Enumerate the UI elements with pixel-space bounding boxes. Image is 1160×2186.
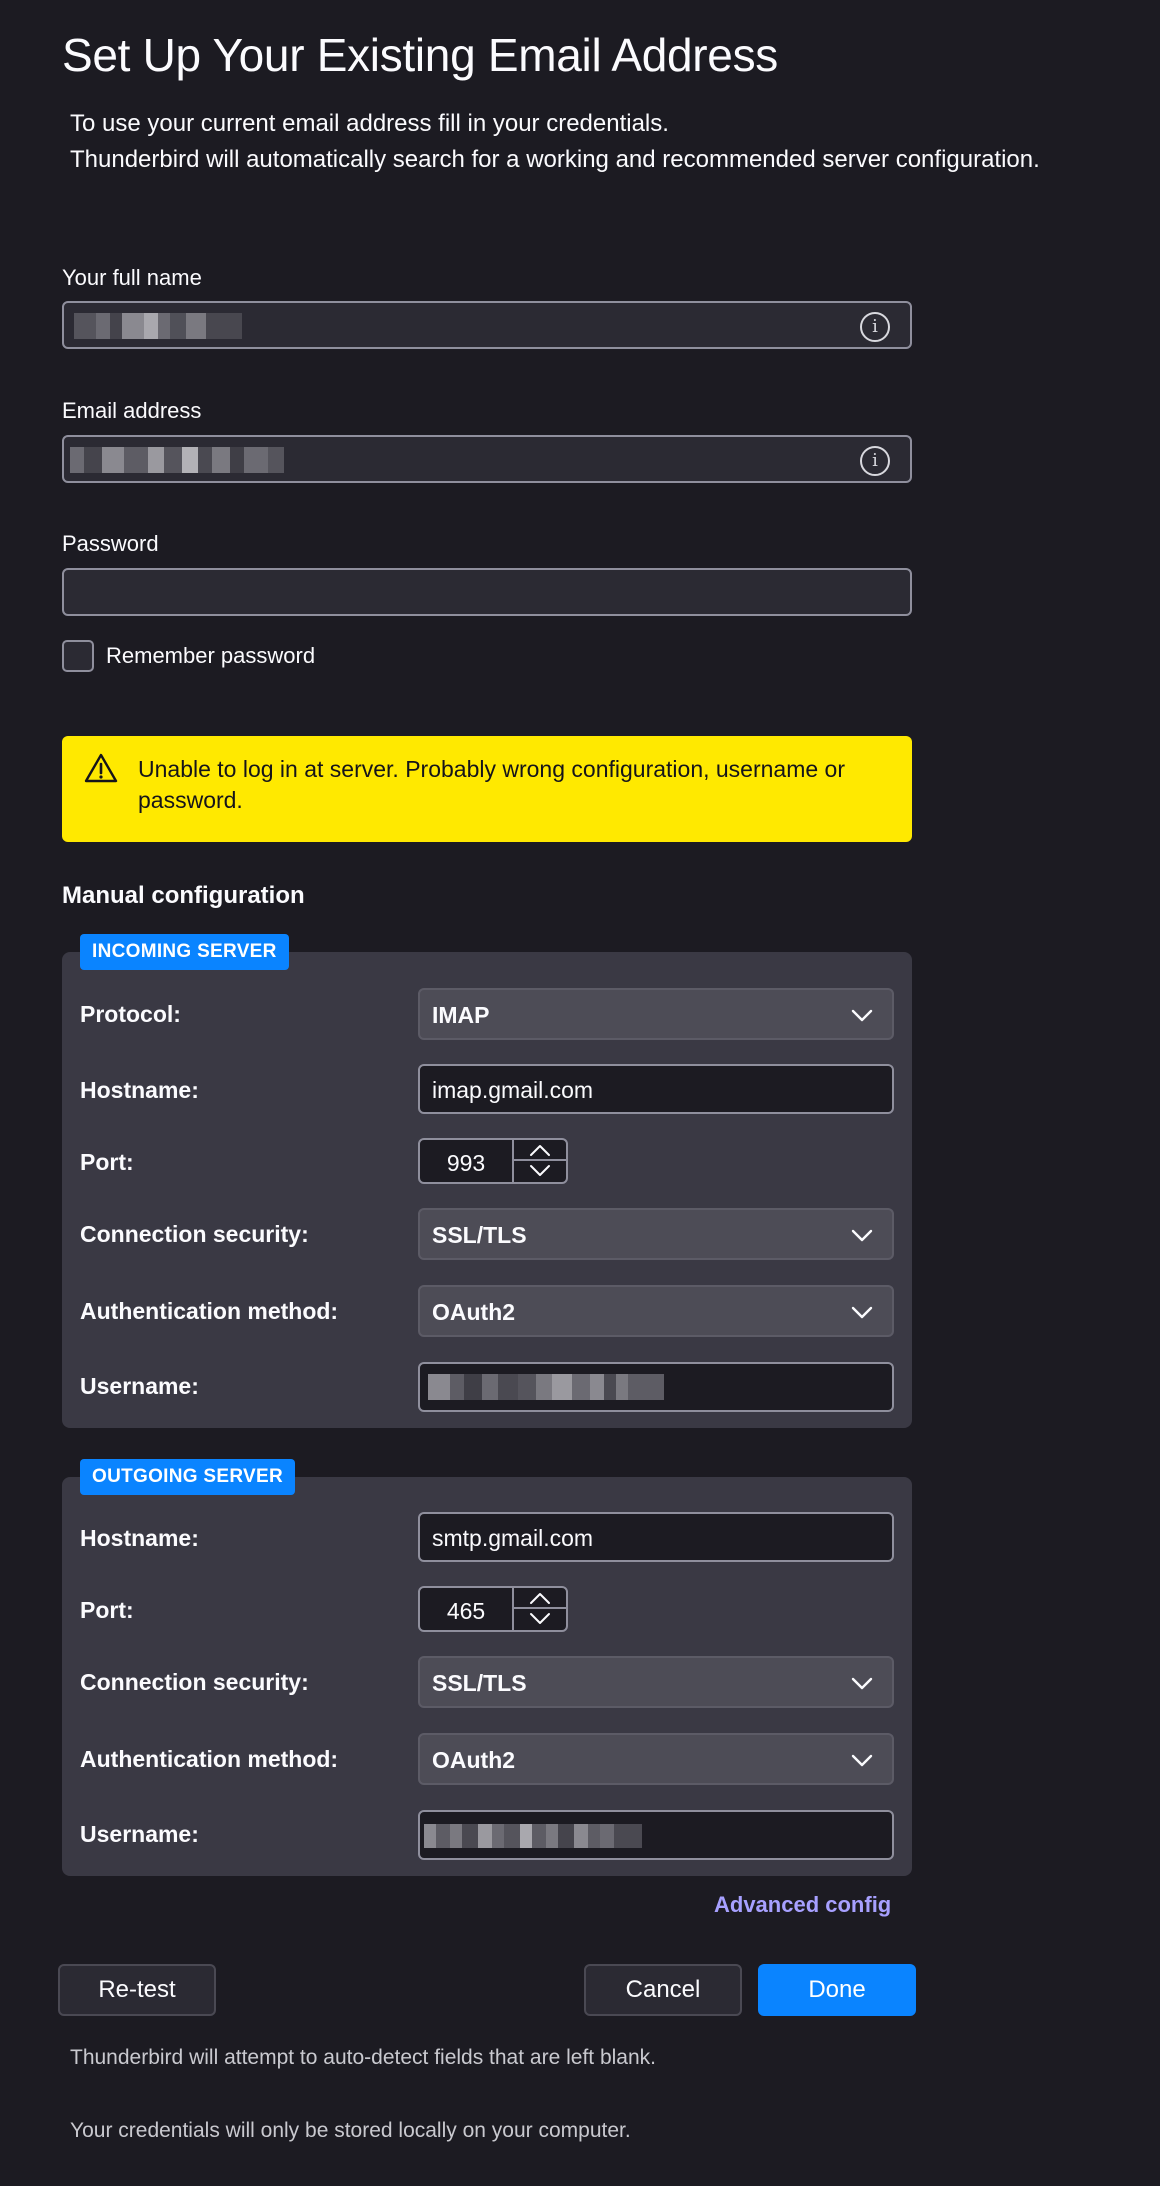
full-name-label: Your full name (62, 265, 202, 290)
incoming-hostname-value: imap.gmail.com (432, 1077, 594, 1103)
outgoing-username-input[interactable] (418, 1810, 894, 1860)
outgoing-port-label: Port: (80, 1597, 134, 1623)
subtitle-line-1: To use your current email address fill i… (70, 110, 669, 137)
outgoing-hostname-input[interactable]: smtp.gmail.com (418, 1512, 894, 1562)
chevron-down-icon (530, 1165, 550, 1176)
chevron-up-icon (530, 1593, 550, 1604)
retest-button[interactable]: Re-test (58, 1964, 216, 2016)
chevron-down-icon (530, 1613, 550, 1624)
outgoing-auth-select[interactable]: OAuth2 (418, 1733, 894, 1785)
warning-text: Unable to log in at server. Probably wro… (138, 756, 846, 813)
incoming-hostname-input[interactable]: imap.gmail.com (418, 1064, 894, 1114)
subtitle-line-2: Thunderbird will automatically search fo… (70, 146, 1040, 173)
redacted-incoming-username (428, 1374, 664, 1400)
outgoing-security-label: Connection security: (80, 1669, 309, 1695)
page-subtitle: To use your current email address fill i… (70, 106, 1040, 178)
full-name-input[interactable]: i (62, 301, 912, 349)
incoming-port-value: 993 (446, 1150, 486, 1176)
remember-password-label: Remember password (106, 643, 316, 668)
account-setup-page: Set Up Your Existing Email Address To us… (0, 0, 1160, 2186)
outgoing-security-select[interactable]: SSL/TLS (418, 1656, 894, 1708)
done-button[interactable]: Done (758, 1964, 916, 2016)
outgoing-port-stepper-buttons (512, 1588, 566, 1630)
outgoing-hostname-label: Hostname: (80, 1525, 199, 1551)
password-label: Password (62, 531, 159, 556)
incoming-server-badge: INCOMING SERVER (80, 934, 289, 970)
login-warning-banner: Unable to log in at server. Probably wro… (62, 736, 912, 842)
incoming-port-label: Port: (80, 1149, 134, 1175)
incoming-protocol-select[interactable]: IMAP (418, 988, 894, 1040)
incoming-security-select[interactable]: SSL/TLS (418, 1208, 894, 1260)
outgoing-port-decrement-button[interactable] (514, 1609, 566, 1630)
incoming-hostname-label: Hostname: (80, 1077, 199, 1103)
chevron-down-icon (851, 1677, 873, 1690)
email-label: Email address (62, 398, 202, 423)
incoming-security-value: SSL/TLS (432, 1222, 527, 1248)
redacted-email (70, 447, 284, 473)
redacted-outgoing-username (424, 1824, 642, 1848)
warning-triangle-icon (84, 753, 118, 783)
email-info-icon[interactable]: i (860, 446, 890, 476)
chevron-down-icon (851, 1009, 873, 1022)
incoming-username-label: Username: (80, 1373, 199, 1399)
outgoing-security-value: SSL/TLS (432, 1670, 527, 1696)
outgoing-username-label: Username: (80, 1821, 199, 1847)
email-input[interactable]: i (62, 435, 912, 483)
outgoing-auth-value: OAuth2 (432, 1747, 516, 1773)
chevron-down-icon (851, 1229, 873, 1242)
chevron-down-icon (851, 1754, 873, 1767)
incoming-auth-value: OAuth2 (432, 1299, 516, 1325)
autodetect-note: Thunderbird will attempt to auto-detect … (70, 2046, 656, 2069)
incoming-username-input[interactable] (418, 1362, 894, 1412)
outgoing-hostname-value: smtp.gmail.com (432, 1525, 594, 1551)
outgoing-auth-label: Authentication method: (80, 1746, 339, 1772)
full-name-info-icon[interactable]: i (860, 312, 890, 342)
incoming-protocol-value: IMAP (432, 1002, 490, 1028)
manual-config-title: Manual configuration (62, 882, 305, 909)
incoming-port-decrement-button[interactable] (514, 1161, 566, 1182)
password-input[interactable] (62, 568, 912, 616)
remember-password-checkbox[interactable] (62, 640, 94, 672)
outgoing-port-increment-button[interactable] (514, 1588, 566, 1609)
redacted-full-name (74, 313, 242, 339)
incoming-port-increment-button[interactable] (514, 1140, 566, 1161)
chevron-up-icon (530, 1145, 550, 1156)
outgoing-server-badge: OUTGOING SERVER (80, 1459, 296, 1495)
outgoing-port-stepper[interactable]: 465 (418, 1586, 568, 1632)
incoming-port-stepper[interactable]: 993 (418, 1138, 568, 1184)
chevron-down-icon (851, 1306, 873, 1319)
outgoing-port-value: 465 (446, 1598, 486, 1624)
incoming-auth-select[interactable]: OAuth2 (418, 1285, 894, 1337)
cancel-button[interactable]: Cancel (584, 1964, 742, 2016)
credentials-note: Your credentials will only be stored loc… (70, 2119, 631, 2142)
incoming-security-label: Connection security: (80, 1221, 309, 1247)
incoming-protocol-label: Protocol: (80, 1001, 181, 1027)
incoming-port-stepper-buttons (512, 1140, 566, 1182)
advanced-config-link[interactable]: Advanced config (714, 1892, 891, 1918)
incoming-auth-label: Authentication method: (80, 1298, 339, 1324)
page-title: Set Up Your Existing Email Address (62, 29, 778, 81)
